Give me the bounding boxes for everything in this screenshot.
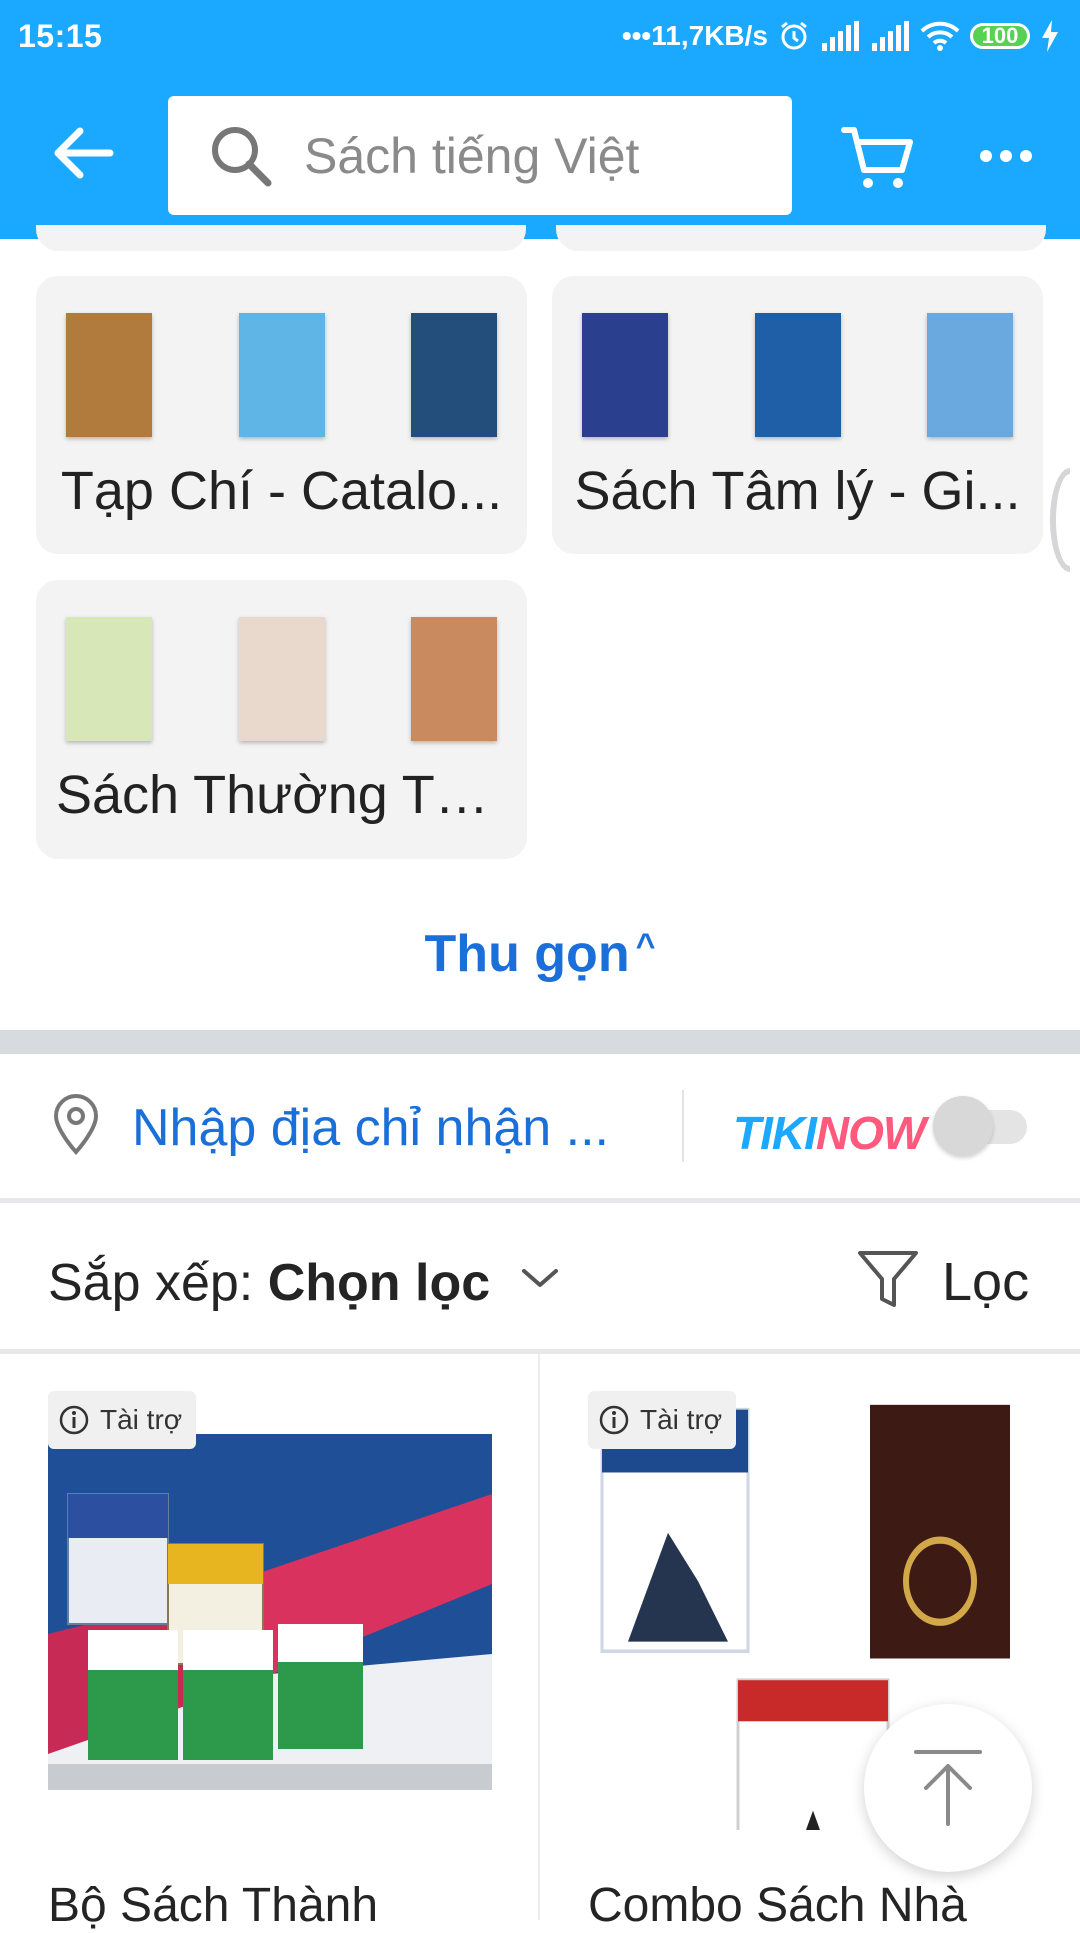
- filter-icon: [858, 1251, 918, 1307]
- arrow-left-icon: [54, 127, 114, 179]
- info-icon: [59, 1405, 89, 1435]
- address-input[interactable]: Nhập địa chỉ nhận ...: [132, 1098, 609, 1158]
- search-input[interactable]: Sách tiếng Việt: [168, 96, 792, 215]
- chevron-down-icon[interactable]: [520, 1263, 560, 1293]
- product-card[interactable]: Tài trợ Bộ Sách Thành: [0, 1354, 540, 1932]
- category-tile-partial: [556, 225, 1046, 251]
- product-title: Combo Sách Nhà: [588, 1879, 967, 1932]
- chevron-up-icon: ^: [635, 927, 656, 965]
- cart-button[interactable]: [840, 122, 914, 192]
- signal-icon: [820, 21, 860, 51]
- signal-icon: [870, 21, 910, 51]
- filter-button[interactable]: Lọc: [856, 1243, 1046, 1313]
- sponsored-label: Tài trợ: [640, 1404, 723, 1435]
- book-cover: [238, 313, 325, 437]
- product-image: [48, 1434, 492, 1790]
- toggle-knob: [933, 1096, 993, 1156]
- battery-icon: 100: [970, 23, 1030, 49]
- product-title: Bộ Sách Thành: [48, 1879, 379, 1932]
- book-cover: [66, 313, 152, 437]
- filter-label: Lọc: [942, 1252, 1030, 1312]
- arrow-up-icon: [914, 1750, 982, 1826]
- cart-icon: [841, 127, 913, 188]
- book-cover: [582, 313, 668, 437]
- status-time: 15:15: [18, 18, 103, 54]
- collapse-label: Thu gọn: [424, 925, 630, 983]
- category-tile[interactable]: Tạp Chí - Catalo...: [36, 276, 527, 554]
- search-icon: [212, 126, 272, 186]
- sort-dropdown[interactable]: Sắp xếp: Chọn lọc: [48, 1253, 490, 1313]
- book-cover: [411, 313, 497, 437]
- location-pin-icon: [53, 1094, 99, 1155]
- tikinow-logo: TIKINOW: [733, 1107, 926, 1159]
- sponsored-badge: Tài trợ: [588, 1391, 737, 1449]
- charging-icon: [1040, 20, 1060, 52]
- category-label: Sách Tâm lý - Gi...: [574, 461, 1021, 521]
- category-tile-partial: [36, 225, 526, 251]
- edge-swipe-handle[interactable]: [1050, 468, 1070, 572]
- network-speed: •••11,7KB/s: [621, 20, 768, 51]
- category-label: Sách Thường Th...: [56, 765, 510, 825]
- divider: [682, 1090, 684, 1162]
- book-cover: [66, 617, 152, 741]
- book-cover: [411, 617, 497, 741]
- sponsored-badge: Tài trợ: [48, 1391, 197, 1449]
- scroll-to-top-button[interactable]: [864, 1704, 1032, 1872]
- status-indicators: •••11,7KB/s 100: [622, 16, 1060, 56]
- tikinow-toggle[interactable]: [933, 1096, 1027, 1156]
- search-placeholder: Sách tiếng Việt: [304, 127, 640, 184]
- sort-prefix: Sắp xếp:: [48, 1254, 268, 1312]
- collapse-button[interactable]: Thu gọn ^: [0, 924, 1080, 984]
- book-cover: [927, 313, 1013, 437]
- section-separator: [0, 1030, 1080, 1054]
- sort-value: Chọn lọc: [267, 1254, 491, 1312]
- category-tile[interactable]: Sách Tâm lý - Gi...: [552, 276, 1043, 554]
- book-cover: [754, 313, 841, 437]
- more-horizontal-icon: [980, 150, 1032, 162]
- category-covers: [66, 310, 497, 440]
- status-bar: 15:15 •••11,7KB/s 100: [0, 0, 1080, 72]
- delivery-address-row: Nhập địa chỉ nhận ... TIKINOW: [0, 1054, 1080, 1198]
- app-header: 15:15 •••11,7KB/s 100 Sách tiếng Việt: [0, 0, 1080, 239]
- sponsored-label: Tài trợ: [100, 1404, 183, 1435]
- more-options-button[interactable]: [978, 140, 1034, 172]
- book-cover: [238, 617, 325, 741]
- category-covers: [66, 614, 497, 744]
- category-covers: [582, 310, 1013, 440]
- info-icon: [599, 1405, 629, 1435]
- category-tile[interactable]: Sách Thường Th...: [36, 580, 527, 859]
- wifi-icon: [920, 20, 960, 52]
- back-button[interactable]: [48, 118, 118, 188]
- sort-filter-row: Sắp xếp: Chọn lọc Lọc: [0, 1203, 1080, 1349]
- category-label: Tạp Chí - Catalo...: [60, 461, 503, 521]
- alarm-icon: [778, 20, 810, 52]
